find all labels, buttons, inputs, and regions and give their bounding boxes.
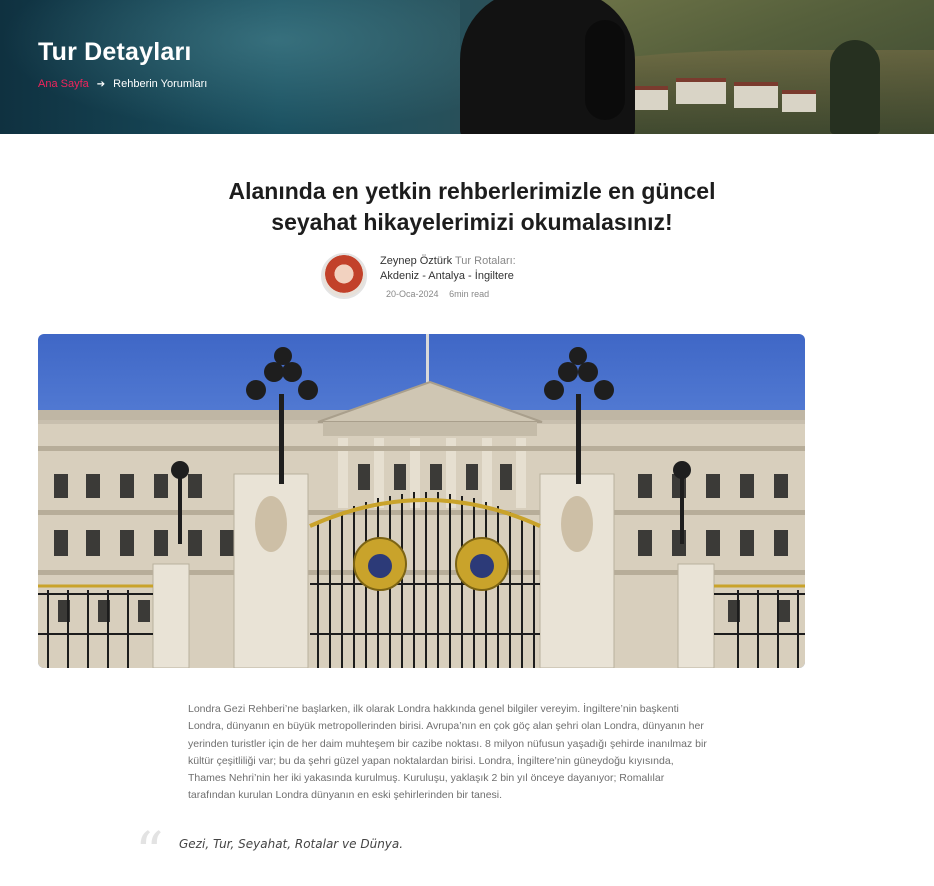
routes-label: Tur Rotaları: <box>455 255 516 267</box>
hero-tree <box>830 40 880 134</box>
breadcrumb: Ana Sayfa ➔ Rehberin Yorumları <box>38 78 207 90</box>
page-title: Tur Detayları <box>38 38 192 66</box>
author-name[interactable]: Zeynep Öztürk <box>380 255 452 267</box>
author-routes: Akdeniz - Antalya - İngiltere <box>380 270 514 282</box>
read-time: 6min read <box>449 289 490 299</box>
post-date: 20-Oca-2024 <box>386 289 439 299</box>
article-title-line-2: seyahat hikayelerimizi okumalasınız! <box>271 209 673 235</box>
breadcrumb-current: Rehberin Yorumları <box>113 78 208 90</box>
article-title: Alanında en yetkin rehberlerimizle en gü… <box>160 176 784 238</box>
article-title-line-1: Alanında en yetkin rehberlerimizle en gü… <box>228 178 716 204</box>
palace-illustration <box>38 334 805 668</box>
hero-mist <box>0 0 460 134</box>
breadcrumb-arrow-icon: ➔ <box>96 78 106 90</box>
feature-image-buckingham-palace <box>38 334 805 668</box>
hero-village <box>630 70 820 112</box>
quote-mark-icon: “ <box>135 821 164 886</box>
article-body: Londra Gezi Rehberi’ne başlarken, ilk ol… <box>188 703 707 802</box>
author-avatar[interactable] <box>321 253 367 299</box>
author-meta: Zeynep Öztürk Tur Rotaları: Akdeniz - An… <box>321 253 621 303</box>
article-quote: Gezi, Tur, Seyahat, Rotalar ve Dünya. <box>179 837 404 851</box>
breadcrumb-home-link[interactable]: Ana Sayfa <box>38 78 89 90</box>
hero-banner: Tur Detayları Ana Sayfa ➔ Rehberin Yorum… <box>0 0 934 134</box>
